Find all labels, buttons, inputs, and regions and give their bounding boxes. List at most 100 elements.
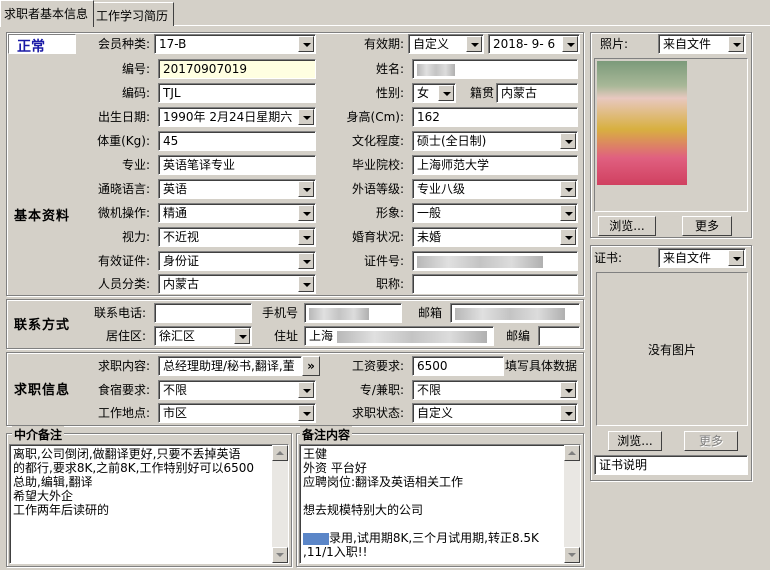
height-input[interactable]: 162 — [412, 107, 578, 127]
postcode-input[interactable] — [538, 326, 580, 346]
job-wanted-input[interactable]: 总经理助理/秘书,翻译,董 — [158, 356, 302, 376]
chevron-down-icon[interactable] — [560, 229, 576, 245]
agent-notes-scrollbar[interactable] — [272, 445, 288, 563]
chevron-down-icon[interactable] — [562, 36, 578, 52]
native-place-input[interactable]: 内蒙古 — [496, 83, 578, 103]
scroll-down-icon[interactable] — [564, 547, 580, 563]
phone-label: 联系电话: — [93, 306, 146, 320]
chevron-down-icon[interactable] — [298, 181, 314, 197]
certificate-browse-button[interactable]: 浏览... — [608, 431, 662, 451]
id-type-select[interactable]: 身份证 — [158, 251, 316, 271]
serial-no-input[interactable]: 20170907019 — [158, 59, 316, 79]
certificate-source-select[interactable]: 来自文件 — [658, 248, 746, 268]
email-input[interactable] — [450, 303, 580, 323]
work-place-select[interactable]: 市区 — [158, 403, 316, 423]
code-input[interactable]: TJL — [158, 83, 316, 103]
certificate-empty-text: 没有图片 — [647, 343, 696, 357]
title-input[interactable] — [412, 274, 578, 294]
validity-select[interactable]: 自定义 — [408, 34, 484, 54]
chevron-down-icon[interactable] — [298, 253, 314, 269]
section-title-job: 求职信息 — [14, 383, 71, 398]
agent-note-line: 工作两年后读研的 — [13, 503, 110, 517]
chevron-down-icon[interactable] — [728, 250, 744, 266]
id-no-label: 证件号: — [363, 254, 404, 268]
tab-work-history[interactable]: 工作学习简历 — [92, 2, 175, 26]
birth-date-picker[interactable]: 1990年 2月24日星期六 — [158, 107, 316, 127]
photo-label: 照片: — [600, 37, 629, 51]
redacted-mobile — [309, 307, 369, 320]
foreign-level-select[interactable]: 专业八级 — [412, 179, 578, 199]
chevron-down-icon[interactable] — [298, 405, 314, 421]
language-select[interactable]: 英语 — [158, 179, 316, 199]
status-box: 正常 — [8, 34, 76, 55]
chevron-down-icon[interactable] — [560, 205, 576, 221]
native-place-label: 籍贯 — [469, 86, 494, 100]
chevron-down-icon[interactable] — [298, 382, 314, 398]
major-input[interactable]: 英语笔译专业 — [158, 155, 316, 175]
image-select[interactable]: 一般 — [412, 203, 578, 223]
district-select[interactable]: 徐汇区 — [154, 326, 252, 346]
validity-label: 有效期: — [363, 37, 404, 51]
computer-select[interactable]: 精通 — [158, 203, 316, 223]
work-place-label: 工作地点: — [97, 406, 150, 420]
scroll-up-icon[interactable] — [272, 445, 288, 461]
photo-source-select[interactable]: 来自文件 — [658, 34, 746, 54]
certificate-more-button[interactable]: 更多 — [684, 431, 738, 451]
name-input[interactable] — [412, 59, 578, 79]
chevron-down-icon[interactable] — [560, 382, 576, 398]
weight-input[interactable]: 45 — [158, 131, 316, 151]
chevron-down-icon[interactable] — [728, 36, 744, 52]
id-no-input[interactable] — [412, 251, 578, 271]
validity-date-picker[interactable]: 2018- 9- 6 — [488, 34, 580, 54]
lodging-label: 食宿要求: — [97, 383, 150, 397]
expand-button[interactable]: » — [302, 356, 320, 376]
salary-hint: 填写具体数据 — [505, 359, 578, 373]
member-type-select[interactable]: 17-B — [154, 34, 316, 54]
address-input[interactable]: 上海 — [304, 326, 494, 346]
agent-note-line: 希望大外企 — [13, 489, 74, 503]
foreign-level-label: 外语等级: — [351, 182, 404, 196]
vision-select[interactable]: 不近视 — [158, 227, 316, 247]
lodging-select[interactable]: 不限 — [158, 380, 316, 400]
certificate-label: 证书: — [594, 251, 623, 265]
remarks-textarea[interactable]: 王健 外资 平台好 应聘岗位:翻译及英语相关工作 想去规模特别大的公司 录用,试… — [299, 444, 581, 564]
remarks-scrollbar[interactable] — [564, 445, 580, 563]
chevron-down-icon[interactable] — [298, 205, 314, 221]
chevron-down-icon[interactable] — [234, 328, 250, 344]
category-select[interactable]: 内蒙古 — [158, 274, 316, 294]
redacted-email — [455, 307, 565, 320]
chevron-down-icon[interactable] — [298, 229, 314, 245]
remarks-title: 备注内容 — [300, 426, 353, 443]
certificate-description-input[interactable]: 证书说明 — [594, 455, 748, 475]
job-status-label: 求职状态: — [351, 406, 404, 420]
mobile-input[interactable] — [304, 303, 402, 323]
chevron-down-icon[interactable] — [438, 85, 454, 101]
chevron-down-icon[interactable] — [560, 181, 576, 197]
gender-label: 性别: — [375, 86, 404, 100]
gender-select[interactable]: 女 — [412, 83, 456, 103]
phone-input[interactable] — [154, 303, 252, 323]
tab-basic-info[interactable]: 求职者基本信息 — [0, 0, 95, 27]
job-type-label: 专/兼职: — [359, 383, 404, 397]
job-type-select[interactable]: 不限 — [412, 380, 578, 400]
salary-input[interactable]: 6500 — [412, 356, 504, 376]
chevron-down-icon[interactable] — [298, 109, 314, 125]
education-select[interactable]: 硕士(全日制) — [412, 131, 578, 151]
marital-select[interactable]: 未婚 — [412, 227, 578, 247]
scroll-down-icon[interactable] — [272, 547, 288, 563]
chevron-down-icon[interactable] — [298, 36, 314, 52]
address-label: 住址 — [273, 329, 298, 343]
scroll-up-icon[interactable] — [564, 445, 580, 461]
agent-notes-textarea[interactable]: 离职,公司倒闭,做翻译更好,只要不丢掉英语 的都行,要求8K,之前8K,工作特别… — [9, 444, 289, 564]
job-status-select[interactable]: 自定义 — [412, 403, 578, 423]
school-input[interactable]: 上海师范大学 — [412, 155, 578, 175]
salary-label: 工资要求: — [351, 359, 404, 373]
chevron-down-icon[interactable] — [560, 405, 576, 421]
photo-frame — [594, 58, 748, 212]
chevron-down-icon[interactable] — [560, 133, 576, 149]
agent-note-line: 的都行,要求8K,之前8K,工作特别好可以6500 — [13, 461, 254, 475]
chevron-down-icon[interactable] — [298, 276, 314, 292]
chevron-down-icon[interactable] — [466, 36, 482, 52]
photo-more-button[interactable]: 更多 — [682, 216, 732, 236]
photo-browse-button[interactable]: 浏览... — [598, 216, 656, 236]
